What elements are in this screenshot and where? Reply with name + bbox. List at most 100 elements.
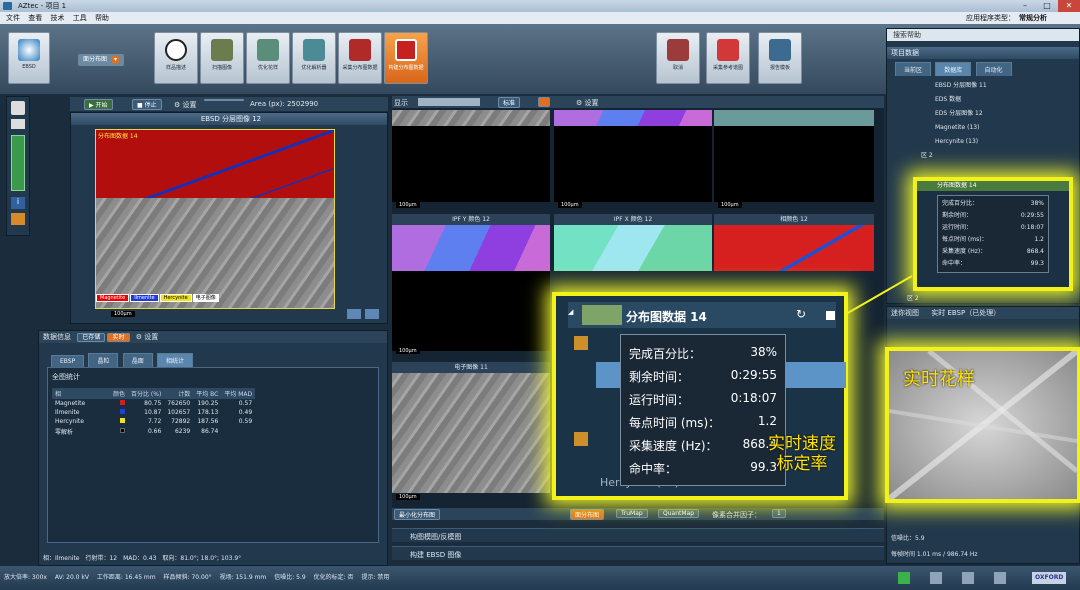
ebsd-tech-button[interactable]: EBSD — [8, 32, 50, 84]
clear-button[interactable] — [204, 99, 244, 101]
menu-tech[interactable]: 技术 — [50, 12, 64, 24]
stop-button[interactable]: ■ 停止 — [132, 99, 162, 110]
status-bar: 放大倍率: 300x AV: 20.0 kV 工作距离: 16.45 mm 样品… — [0, 566, 1080, 590]
electron-image[interactable] — [392, 373, 550, 493]
callout-title[interactable]: 分布图数据 14 — [626, 308, 707, 325]
tree-item[interactable]: EDS 分层图像 12 — [935, 107, 1079, 121]
menu-help[interactable]: 帮助 — [95, 12, 109, 24]
zoom-fit-icon[interactable] — [365, 309, 379, 319]
ipf-y-map[interactable] — [392, 225, 550, 271]
zoom-group[interactable] — [11, 135, 25, 191]
table-row[interactable]: Ilmenite 10.87 102657 178.13 0.49 — [52, 408, 255, 417]
expand-icon[interactable]: ◢ — [568, 308, 573, 316]
export-icon[interactable] — [347, 309, 361, 319]
settings-link[interactable]: ⚙ 设置 — [576, 98, 599, 108]
step-pattern[interactable]: 优化花样 — [246, 32, 290, 84]
menu-view[interactable]: 查看 — [28, 12, 42, 24]
cell-count: 762650 — [167, 400, 191, 407]
legend-magnetite[interactable]: Magnetite — [96, 294, 130, 302]
pen-icon[interactable] — [962, 572, 974, 584]
tab-trumap[interactable]: TruMap — [616, 509, 648, 518]
tab-current[interactable]: 当前区 — [895, 62, 932, 76]
ref-spectrum-button[interactable]: 采集参考谱图 — [706, 32, 750, 84]
step-sample[interactable]: 样品描述 — [154, 32, 198, 84]
table-row[interactable]: 零解析 0.66 6239 86.74 — [52, 426, 255, 437]
probe-icon[interactable] — [930, 572, 942, 584]
small-stat-row: 每点时间 (ms)： 1.2 — [942, 234, 1044, 246]
hand-icon[interactable] — [11, 101, 25, 115]
tile-top-3[interactable] — [714, 110, 874, 126]
tab-ebsp[interactable]: EBSP — [51, 355, 85, 367]
small-tree-title[interactable]: 分布图数据 14 — [917, 181, 1069, 191]
tree-item[interactable]: EDS 数据 — [935, 93, 1079, 107]
collapsed-section-2[interactable]: 构建 EBSD 图像 — [392, 546, 884, 560]
menu-tools[interactable]: 工具 — [73, 12, 87, 24]
measure-icon[interactable] — [11, 213, 25, 225]
printer-icon[interactable] — [11, 119, 25, 129]
scale-bar: 100μm — [396, 348, 420, 354]
collapsed-section-1[interactable]: 构图模图/反模图 — [392, 528, 884, 542]
tab-database[interactable]: 数据库 — [935, 62, 972, 76]
legend-ilmenite[interactable]: Ilmenite — [130, 294, 159, 302]
run-icon[interactable] — [898, 572, 910, 584]
step-acquire[interactable]: 采集分布图数据 — [338, 32, 382, 84]
stored-toggle[interactable]: 已存储 — [77, 333, 106, 342]
tab-quantmap[interactable]: QuantMap — [658, 509, 700, 518]
tree-item[interactable]: 区 2 — [921, 149, 1079, 163]
data-info-header: 数据信息 已存储 实时 ⚙ 设置 — [39, 331, 387, 343]
tile-black-3[interactable] — [714, 126, 874, 202]
realtime-toggle[interactable]: 实时 — [107, 333, 130, 342]
maximize-button[interactable]: □ — [1036, 0, 1058, 12]
fit-icon[interactable] — [538, 97, 550, 107]
phase-color-map[interactable] — [714, 225, 874, 271]
app-type-value[interactable]: 常规分析 — [1019, 12, 1047, 24]
minimized-maps-bar: 最小化分布图 面分布图 TruMap QuantMap 像素合并因子： 1 — [392, 508, 884, 520]
close-button[interactable]: ✕ — [1058, 0, 1080, 12]
table-row[interactable]: Hercynite 7.72 72892 187.56 0.59 — [52, 417, 255, 426]
stat-label: 完成百分比： — [942, 200, 979, 207]
stat-label: 每点时间 (ms)： — [942, 236, 988, 243]
layout-select[interactable]: 标准 — [498, 97, 521, 108]
menu-file[interactable]: 文件 — [6, 12, 20, 24]
tree-item[interactable]: Magnetite (13) — [935, 121, 1079, 135]
tab-area-map[interactable]: 面分布图 — [570, 509, 605, 520]
step-solver[interactable]: 优化解析器 — [292, 32, 336, 84]
settings-icon[interactable]: ⚙ 设置 — [136, 333, 159, 341]
cancel-button[interactable]: 取消 — [656, 32, 700, 84]
phase-table: 相 颜色 百分比 (%) 计数 平均 BC 平均 MAD Magnetite 80… — [52, 388, 256, 437]
info-icon[interactable]: i — [11, 197, 25, 209]
tab-grain[interactable]: 晶粒 — [88, 353, 119, 367]
mode-select[interactable]: 面分布图 ▾ — [78, 54, 124, 66]
tree-item[interactable]: Hercynite (13) — [935, 135, 1079, 149]
bin-select[interactable]: 1 — [772, 509, 786, 518]
mini-mode-select[interactable]: 实时 EBSP（已处理） — [931, 309, 1000, 317]
tab-auto[interactable]: 自动化 — [975, 62, 1012, 76]
layered-image[interactable]: 分布图数据 14 Magnetite Ilmenite Hercynite 电子… — [95, 129, 335, 309]
tab-facet[interactable]: 晶面 — [122, 353, 153, 367]
step-build[interactable]: 构建分布图数据 — [384, 32, 428, 84]
minimized-label[interactable]: 最小化分布图 — [394, 509, 441, 520]
report-button[interactable]: 报告模板 — [758, 32, 802, 84]
tile-black-2[interactable] — [554, 126, 712, 202]
step-scan[interactable]: 扫描图像 — [200, 32, 244, 84]
zoom-slider[interactable] — [418, 98, 480, 106]
refresh-icon[interactable]: ↻ — [796, 307, 806, 321]
help-search[interactable]: 搜索帮助 — [887, 29, 1079, 41]
tree-item[interactable]: EBSD 分层图像 11 — [935, 79, 1079, 93]
start-button[interactable]: ▶ 开始 — [84, 99, 113, 110]
tab-phase-stats[interactable]: 相统计 — [156, 353, 193, 367]
pattern-icon — [257, 39, 279, 61]
tile-black-1[interactable] — [392, 126, 550, 202]
minimize-button[interactable]: – — [1014, 0, 1036, 12]
tile-ipf-top[interactable] — [554, 110, 712, 126]
stop-icon[interactable] — [826, 311, 835, 320]
legend-hercynite[interactable]: Hercynite — [159, 294, 192, 302]
live-pattern-view[interactable]: 实时花样 — [885, 347, 1080, 503]
tile-black-4[interactable] — [392, 271, 550, 351]
table-row[interactable]: Magnetite 80.75 762650 190.25 0.57 — [52, 399, 255, 408]
tile-sem-top[interactable] — [392, 110, 550, 126]
ipf-x-map[interactable] — [554, 225, 712, 271]
settings-link[interactable]: ⚙ 设置 — [174, 100, 197, 110]
line-icon[interactable] — [994, 572, 1006, 584]
legend-electron[interactable]: 电子图像 — [192, 294, 219, 302]
